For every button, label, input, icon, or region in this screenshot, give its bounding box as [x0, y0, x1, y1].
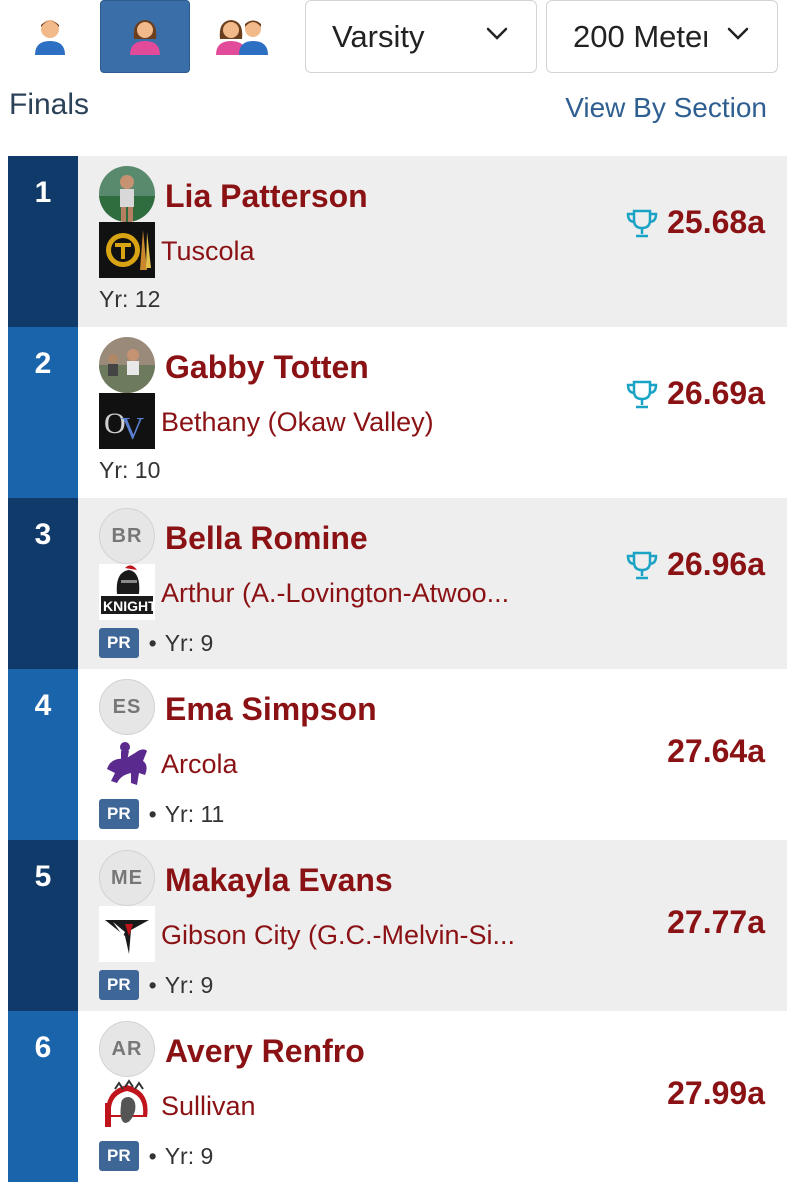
page-title: Finals [9, 88, 90, 121]
top-filter-bar: Varsity 200 Meters [0, 0, 795, 76]
level-dropdown[interactable]: Varsity [305, 0, 537, 73]
meta-separator: • [148, 971, 157, 998]
team-name[interactable]: Arthur (A.-Lovington-Atwoo... [161, 578, 509, 609]
chevron-down-icon [727, 27, 749, 40]
athlete-name[interactable]: Bella Romine [165, 520, 368, 557]
male-filter-button[interactable] [5, 0, 95, 73]
pr-badge: PR [99, 1141, 139, 1171]
result-mark: 26.96a [667, 546, 765, 582]
result-row[interactable]: 1 Lia Patterson Tuscola Yr: 12 25.68a [8, 156, 787, 327]
result-row[interactable]: 2 Gabby Totten O V Bethany (Okaw Valley)… [8, 327, 787, 498]
team-name[interactable]: Bethany (Okaw Valley) [161, 407, 434, 438]
meta-separator: • [148, 800, 157, 827]
athlete-meta: PR • Yr: 11 [99, 799, 224, 829]
trophy-icon [626, 551, 658, 580]
result-row[interactable]: 4 ES Ema Simpson Arcola PR • Yr: 11 27.6… [8, 669, 787, 840]
athlete-year: Yr: 12 [99, 286, 161, 312]
male-athlete-icon [35, 19, 65, 55]
athlete-initials-avatar[interactable]: BR [99, 508, 155, 564]
level-dropdown-value: Varsity [332, 18, 425, 54]
svg-text:V: V [121, 410, 144, 446]
female-athlete-icon [130, 19, 160, 55]
athlete-initials-avatar[interactable]: AR [99, 1021, 155, 1077]
rank-number: 5 [8, 840, 78, 1011]
rank-number: 1 [8, 156, 78, 327]
athlete-photo[interactable] [99, 337, 155, 393]
athlete-meta: PR • Yr: 9 [99, 970, 213, 1000]
results-list: 1 Lia Patterson Tuscola Yr: 12 25.68a 2 … [8, 156, 787, 1182]
all-filter-button[interactable] [198, 0, 288, 73]
rank-number: 4 [8, 669, 78, 840]
falcon-logo-icon [99, 906, 155, 962]
meta-separator: • [148, 629, 157, 656]
athlete-year: Yr: 9 [164, 1142, 214, 1169]
pr-badge: PR [99, 799, 139, 829]
knights-logo-icon: KNIGHTS [99, 564, 155, 620]
chief-logo-icon [99, 1077, 155, 1133]
team-name[interactable]: Sullivan [161, 1091, 256, 1122]
result-row[interactable]: 6 AR Avery Renfro Sullivan PR • Yr: 9 27… [8, 1011, 787, 1182]
team-name[interactable]: Arcola [161, 749, 238, 780]
result-mark: 27.64a [667, 733, 765, 769]
trophy-icon [626, 380, 658, 409]
result-row[interactable]: 3 BR Bella Romine KNIGHTS Arthur (A.-Lov… [8, 498, 787, 669]
result-mark: 25.68a [667, 204, 765, 240]
athlete-name[interactable]: Lia Patterson [165, 178, 368, 215]
okaw-valley-logo-icon: O V [99, 393, 155, 449]
athlete-year: Yr: 9 [164, 971, 214, 998]
athlete-year: Yr: 10 [99, 457, 161, 483]
athlete-name[interactable]: Gabby Totten [165, 349, 369, 386]
result-mark: 26.69a [667, 375, 765, 411]
athlete-year: Yr: 11 [164, 800, 225, 827]
pr-badge: PR [99, 970, 139, 1000]
result-mark: 27.77a [667, 904, 765, 940]
athlete-initials-avatar[interactable]: ME [99, 850, 155, 906]
result-mark: 27.99a [667, 1075, 765, 1111]
meta-separator: • [148, 1142, 157, 1169]
female-filter-button[interactable] [100, 0, 190, 73]
athlete-year: Yr: 9 [164, 629, 214, 656]
event-dropdown[interactable]: 200 Meters [546, 0, 778, 73]
pr-badge: PR [99, 628, 139, 658]
bronco-logo-icon [99, 735, 155, 791]
chevron-down-icon [486, 27, 508, 40]
rank-number: 3 [8, 498, 78, 669]
svg-text:KNIGHTS: KNIGHTS [103, 598, 155, 614]
athlete-photo[interactable] [99, 166, 155, 222]
team-name[interactable]: Tuscola [161, 236, 255, 267]
athlete-name[interactable]: Ema Simpson [165, 691, 377, 728]
athlete-name[interactable]: Makayla Evans [165, 862, 393, 899]
athlete-initials-avatar[interactable]: ES [99, 679, 155, 735]
event-dropdown-value: 200 Meters [573, 18, 707, 54]
team-name[interactable]: Gibson City (G.C.-Melvin-Si... [161, 920, 515, 951]
result-row[interactable]: 5 ME Makayla Evans Gibson City (G.C.-Mel… [8, 840, 787, 1011]
rank-number: 6 [8, 1011, 78, 1182]
mixed-athletes-icon [216, 19, 268, 55]
trophy-icon [626, 209, 658, 238]
athlete-name[interactable]: Avery Renfro [165, 1033, 365, 1070]
athlete-meta: PR • Yr: 9 [99, 1141, 213, 1171]
athlete-meta: PR • Yr: 9 [99, 628, 213, 658]
athlete-meta: Yr: 10 [99, 457, 160, 484]
athlete-meta: Yr: 12 [99, 286, 160, 313]
view-by-section-link[interactable]: View By Section [565, 92, 767, 124]
rank-number: 2 [8, 327, 78, 498]
tuscola-logo-icon [99, 222, 155, 278]
